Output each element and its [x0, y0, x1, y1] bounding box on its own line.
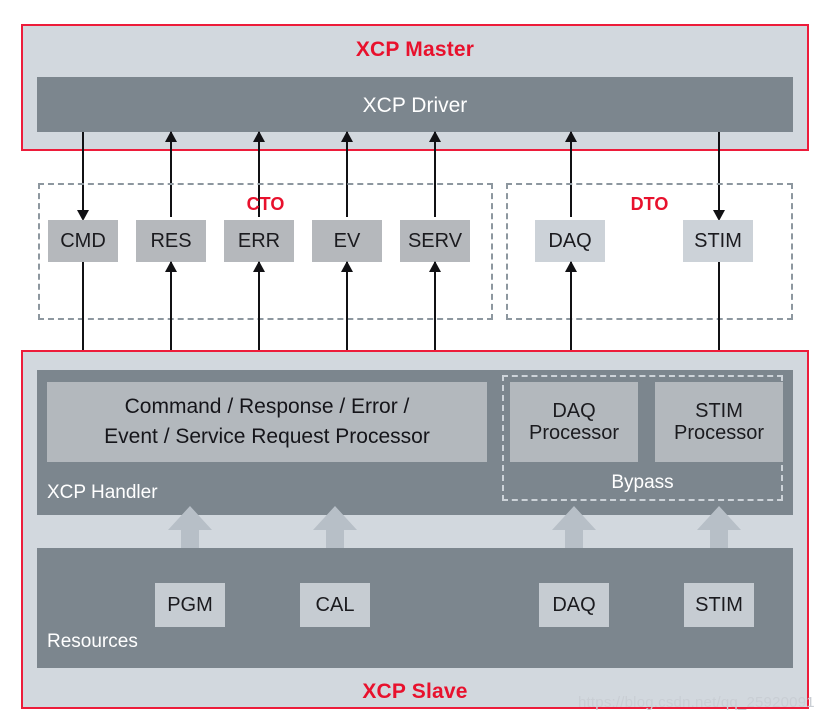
daq-processor-line1: DAQ: [552, 399, 596, 422]
bypass-label: Bypass: [611, 472, 674, 493]
resource-box-daq-label: DAQ: [552, 593, 596, 616]
connector-daq-top-arrowhead: [565, 131, 577, 142]
connector-daq-bottom-arrowhead: [565, 261, 577, 272]
connector-serv-top-arrowhead: [429, 131, 441, 142]
command-response-processor[interactable]: Command / Response / Error / Event / Ser…: [47, 382, 487, 462]
cto-box-ev-label: EV: [333, 229, 361, 252]
resources-bar: [37, 548, 793, 668]
xcp-handler-label: XCP Handler: [47, 482, 158, 503]
cto-box-err-label: ERR: [237, 229, 281, 252]
dto-box-stim-label: STIM: [694, 229, 742, 252]
command-response-processor-line2: Event / Service Request Processor: [104, 425, 430, 448]
resource-box-stim-label: STIM: [695, 593, 743, 616]
cto-box-serv-label: SERV: [407, 229, 463, 252]
cto-title: CTO: [246, 194, 285, 214]
command-response-processor-line1: Command / Response / Error /: [124, 394, 410, 418]
watermark: https://blog.csdn.net/qq_25920091: [578, 694, 815, 711]
cto-box-err[interactable]: ERR: [224, 220, 294, 262]
cto-box-ev[interactable]: EV: [312, 220, 382, 262]
cto-box-res[interactable]: RES: [136, 220, 206, 262]
connector-ev-bottom-arrowhead: [341, 261, 353, 272]
cto-box-serv[interactable]: SERV: [400, 220, 470, 262]
stim-processor-line1: STIM: [695, 399, 743, 422]
connector-res-top-arrowhead: [165, 131, 177, 142]
resource-box-pgm[interactable]: PGM: [155, 583, 225, 627]
xcp-master-title: XCP Master: [355, 38, 475, 61]
resource-box-cal[interactable]: CAL: [300, 583, 370, 627]
dto-box-daq[interactable]: DAQ: [535, 220, 605, 262]
dto-box-daq-label: DAQ: [548, 229, 592, 252]
resource-box-cal-label: CAL: [315, 593, 355, 616]
dto-box-stim[interactable]: STIM: [683, 220, 753, 262]
resource-box-pgm-label: PGM: [167, 593, 213, 616]
connector-err-bottom-arrowhead: [253, 261, 265, 272]
stim-processor[interactable]: STIM Processor: [655, 382, 783, 462]
connector-err-top-arrowhead: [253, 131, 265, 142]
cto-box-res-label: RES: [150, 229, 192, 252]
xcp-driver-label: XCP Driver: [362, 94, 468, 117]
diagram-canvas: XCP Master XCP Driver CTO CMD RES ERR EV…: [0, 0, 830, 727]
dto-title: DTO: [630, 194, 669, 214]
resources-label: Resources: [47, 631, 138, 652]
daq-processor[interactable]: DAQ Processor: [510, 382, 638, 462]
connector-serv-bottom-arrowhead: [429, 261, 441, 272]
cto-box-cmd-label: CMD: [60, 229, 106, 252]
resource-box-daq[interactable]: DAQ: [539, 583, 609, 627]
cto-box-cmd[interactable]: CMD: [48, 220, 118, 262]
connector-res-bottom-arrowhead: [165, 261, 177, 272]
stim-processor-line2: Processor: [673, 422, 765, 444]
daq-processor-line2: Processor: [528, 422, 620, 444]
connector-ev-top-arrowhead: [341, 131, 353, 142]
resource-box-stim[interactable]: STIM: [684, 583, 754, 627]
